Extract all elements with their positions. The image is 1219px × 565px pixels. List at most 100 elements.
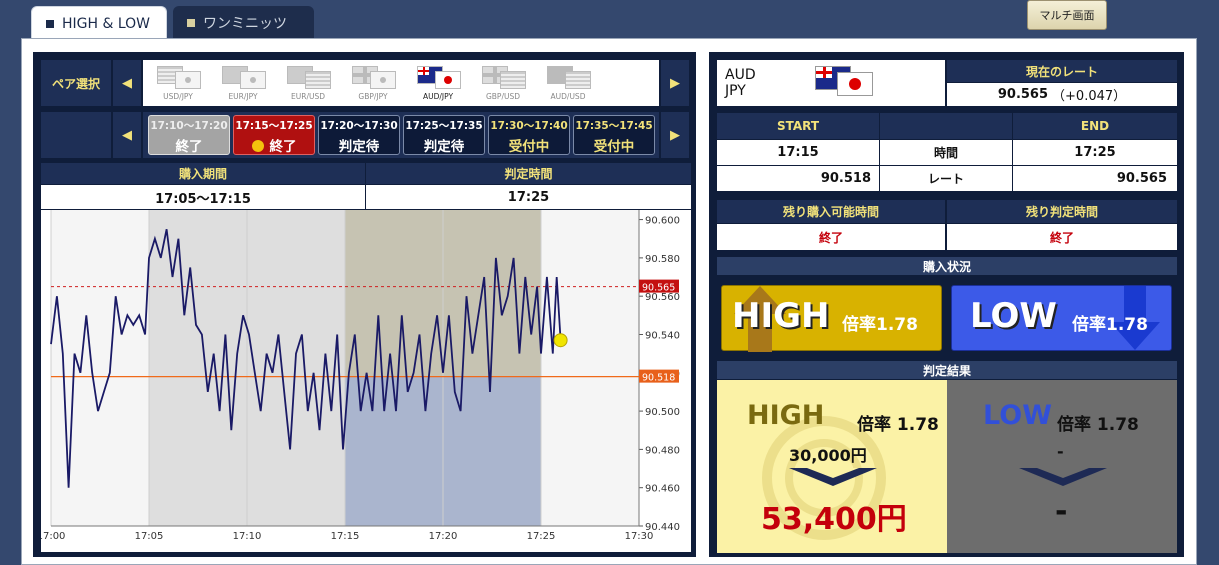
remaining-judge-value: 終了 [947, 224, 1177, 250]
time-slot-4[interactable]: 17:25〜17:35 判定待 [403, 115, 485, 155]
tab-label: HIGH & LOW [62, 15, 151, 32]
slot-time: 17:30〜17:40 [490, 120, 568, 132]
purchase-period-value: 17:05〜17:15 [41, 185, 365, 209]
end-rate: 90.565 [1013, 166, 1177, 191]
coin-stack-icon [251, 140, 264, 152]
slot-status: 受付中 [508, 139, 550, 155]
slot-status-row: 終了 [251, 135, 297, 155]
high-label: HIGH [732, 296, 830, 336]
usd-jpy-flag-icon [153, 64, 203, 90]
slot-status: 終了 [269, 139, 297, 155]
slot-status: 終了 [175, 139, 203, 155]
pair-label: AUD/USD [550, 92, 586, 101]
result-high-rate: 倍率 1.78 [857, 415, 939, 435]
slot-next-button[interactable]: ▶ [661, 112, 689, 158]
pair-label: AUD/JPY [422, 92, 454, 101]
result-low-card: LOW 倍率 1.78 - - [947, 380, 1177, 553]
pair-eurusd[interactable]: EUR/USD [279, 64, 337, 104]
low-button[interactable]: LOW 倍率1.78 [951, 285, 1172, 351]
pair-label: GBP/USD [485, 92, 521, 101]
x-tick-label: 17:10 [233, 531, 262, 542]
current-rate-value: 90.565 （+0.047） [947, 83, 1177, 106]
time-slot-1[interactable]: 17:10〜17:20 終了 [148, 115, 230, 155]
remaining-purchase-value: 終了 [717, 224, 945, 250]
result-high-title: HIGH [747, 400, 825, 431]
pair-label: USD/JPY [163, 92, 193, 101]
slot-status: 判定待 [338, 139, 380, 155]
y-tick-label: 90.580 [645, 254, 680, 265]
low-rate: 倍率1.78 [1072, 315, 1148, 335]
current-rate-header: 現在のレート [947, 60, 1177, 82]
square-icon [46, 19, 54, 28]
start-rate: 90.518 [717, 166, 879, 191]
result-high-amount: 30,000円 [789, 446, 867, 465]
judge-time-value: 17:25 [366, 185, 691, 209]
gbp-jpy-flag-icon [348, 64, 398, 90]
low-label: LOW [970, 296, 1057, 336]
slot-time: 17:10〜17:20 [150, 120, 228, 132]
time-slot-5[interactable]: 17:30〜17:40 受付中 [488, 115, 570, 155]
time-slot-list: 17:10〜17:20 終了 17:15〜17:25 終了 17:20〜17:3… [143, 112, 659, 158]
tab-label: ワンミニッツ [203, 16, 287, 32]
square-icon [187, 19, 195, 27]
remaining-judge-header: 残り判定時間 [947, 200, 1177, 223]
time-slot-2[interactable]: 17:15〜17:25 終了 [233, 115, 315, 155]
pair-audusd[interactable]: AUD/USD [539, 64, 597, 104]
pair-gbpjpy[interactable]: GBP/JPY [344, 64, 402, 104]
result-low-payout: - [1055, 494, 1068, 529]
high-button[interactable]: HIGH 倍率1.78 [721, 285, 942, 352]
pair-prev-button[interactable]: ◀ [113, 60, 141, 106]
remaining-purchase-header: 残り購入可能時間 [717, 200, 945, 223]
result-header: 判定結果 [717, 361, 1177, 379]
pair-list: USD/JPY EUR/JPY EUR/USD GBP/JPY AUD/JPY [143, 60, 659, 106]
gbp-usd-flag-icon [478, 64, 528, 90]
start-rate-tag-label: 90.518 [642, 373, 675, 384]
slot-prev-button[interactable]: ◀ [113, 112, 141, 158]
time-slot-3[interactable]: 17:20〜17:30 判定待 [318, 115, 400, 155]
time-slot-6[interactable]: 17:35〜17:45 受付中 [573, 115, 655, 155]
current-rate-change: （+0.047） [1052, 89, 1127, 104]
pair-label: EUR/JPY [228, 92, 258, 101]
end-header: END [1013, 113, 1177, 139]
tab-high-low[interactable]: HIGH & LOW [31, 6, 167, 40]
y-tick-label: 90.560 [645, 292, 680, 303]
y-tick-label: 90.460 [645, 484, 680, 495]
pair-select-label: ペア選択 [41, 60, 111, 106]
slot-time: 17:35〜17:45 [575, 120, 653, 132]
pair-quote: JPY [725, 83, 746, 99]
chevron-down-inner-icon [807, 468, 859, 478]
y-tick-label: 90.500 [645, 407, 680, 418]
judge-time-header: 判定時間 [366, 163, 691, 184]
aud-jpy-flag-icon [815, 66, 875, 96]
x-tick-label: 17:25 [527, 531, 556, 542]
slot-status: 判定待 [423, 139, 465, 155]
current-rate: 90.565 [997, 87, 1049, 102]
slot-time: 17:15〜17:25 [235, 120, 313, 132]
aud-usd-flag-icon [543, 64, 593, 90]
tab-one-minute[interactable]: ワンミニッツ [173, 6, 314, 40]
y-tick-label: 90.540 [645, 330, 680, 341]
pair-usdjpy[interactable]: USD/JPY [149, 64, 207, 104]
pair-label: GBP/JPY [358, 92, 388, 101]
slot-time: 17:25〜17:35 [405, 120, 483, 132]
rate-chart-svg: 17:0017:0517:1017:1517:2017:2517:3090.60… [37, 210, 680, 542]
rate-label: レート [880, 166, 1012, 191]
eur-jpy-flag-icon [218, 64, 268, 90]
result-high-card: HIGH 倍率 1.78 30,000円 53,400円 [717, 380, 947, 553]
high-rate: 倍率1.78 [842, 315, 918, 335]
result-low-amount: - [1057, 442, 1064, 461]
pair-audjpy[interactable]: AUD/JPY [409, 64, 467, 104]
pair-eurjpy[interactable]: EUR/JPY [214, 64, 272, 104]
blank-header [880, 113, 1012, 139]
result-low-rate: 倍率 1.78 [1057, 415, 1139, 435]
pair-next-button[interactable]: ▶ [661, 60, 689, 106]
multi-screen-button[interactable]: マルチ画面 [1027, 0, 1107, 30]
y-tick-label: 90.480 [645, 445, 680, 456]
pair-base: AUD [725, 67, 756, 83]
start-time: 17:15 [717, 140, 879, 165]
pair-gbpusd[interactable]: GBP/USD [474, 64, 532, 104]
rate-chart: 17:0017:0517:1017:1517:2017:2517:3090.60… [37, 210, 691, 552]
result-high-payout: 53,400円 [761, 502, 907, 537]
y-tick-label: 90.440 [645, 522, 680, 533]
y-tick-label: 90.600 [645, 216, 680, 227]
